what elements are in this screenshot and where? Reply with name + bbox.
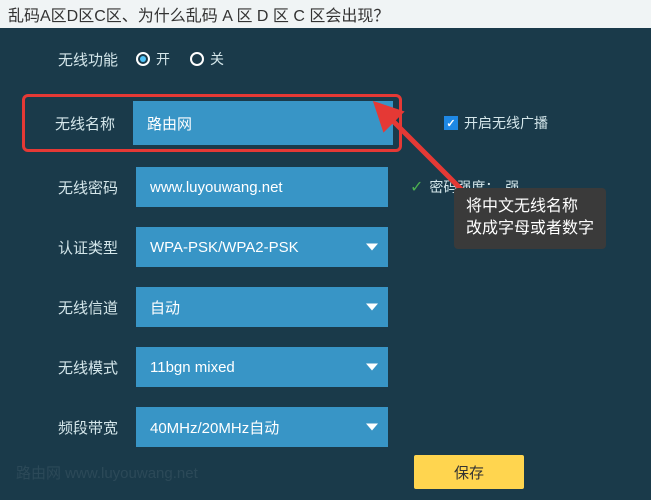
radio-off-label: 关	[210, 49, 224, 69]
bandwidth-select[interactable]: 40MHz/20MHz自动	[136, 407, 388, 447]
row-bandwidth: 频段带宽 40MHz/20MHz自动	[0, 404, 651, 450]
row-wireless-func: 无线功能 开 关	[0, 36, 651, 82]
mode-value: 11bgn mixed	[150, 359, 374, 376]
tooltip-line2: 改成字母或者数字	[466, 220, 594, 237]
save-button[interactable]: 保存	[414, 455, 524, 489]
row-ssid: 无线名称 路由网 ✓ 开启无线广播	[22, 96, 651, 150]
auth-select[interactable]: WPA-PSK/WPA2-PSK	[136, 227, 388, 267]
password-value: www.luyouwang.net	[150, 179, 374, 196]
watermark: 路由网 www.luyouwang.net	[16, 462, 198, 483]
chevron-down-icon	[366, 364, 378, 371]
bandwidth-value: 40MHz/20MHz自动	[150, 417, 374, 438]
ssid-input[interactable]: 路由网	[133, 101, 393, 145]
wireless-func-label: 无线功能	[0, 49, 136, 70]
radio-on[interactable]: 开	[136, 49, 170, 69]
ssid-label: 无线名称	[25, 113, 133, 134]
auth-value: WPA-PSK/WPA2-PSK	[150, 239, 374, 256]
password-input[interactable]: www.luyouwang.net	[136, 167, 388, 207]
radio-off-circle	[190, 52, 204, 66]
radio-on-circle	[136, 52, 150, 66]
chevron-down-icon	[366, 424, 378, 431]
ssid-highlight-box: 无线名称 路由网	[22, 94, 402, 152]
ssid-value: 路由网	[147, 113, 379, 134]
channel-label: 无线信道	[0, 297, 136, 318]
annotation-tooltip: 将中文无线名称 改成字母或者数字	[454, 188, 606, 249]
chevron-down-icon	[366, 304, 378, 311]
radio-on-label: 开	[156, 49, 170, 69]
mode-select[interactable]: 11bgn mixed	[136, 347, 388, 387]
tooltip-line1: 将中文无线名称	[466, 198, 578, 215]
row-mode: 无线模式 11bgn mixed	[0, 344, 651, 390]
channel-value: 自动	[150, 297, 374, 318]
auth-label: 认证类型	[0, 237, 136, 258]
wireless-func-radios: 开 关	[136, 49, 224, 69]
mode-label: 无线模式	[0, 357, 136, 378]
bandwidth-label: 频段带宽	[0, 417, 136, 438]
password-label: 无线密码	[0, 177, 136, 198]
page-title: 乱码A区D区C区、为什么乱码 A 区 D 区 C 区会出现？	[0, 0, 651, 28]
chevron-down-icon	[366, 244, 378, 251]
channel-select[interactable]: 自动	[136, 287, 388, 327]
row-channel: 无线信道 自动	[0, 284, 651, 330]
radio-off[interactable]: 关	[190, 49, 224, 69]
